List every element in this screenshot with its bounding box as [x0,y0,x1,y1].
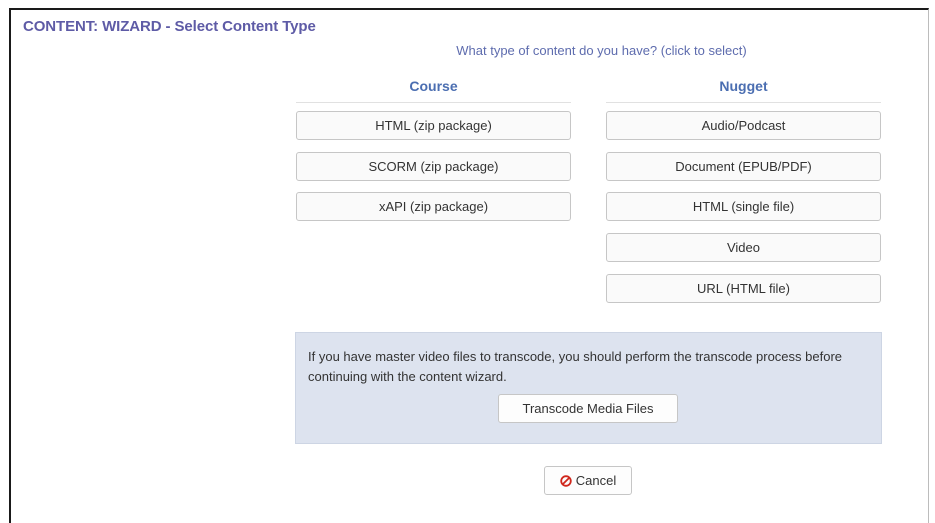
nugget-video-button[interactable]: Video [606,233,881,262]
transcode-message: If you have master video files to transc… [308,349,843,384]
transcode-info-panel: If you have master video files to transc… [295,332,882,444]
instruction-text: What type of content do you have? (click… [456,43,747,58]
course-html-zip-button[interactable]: HTML (zip package) [296,111,571,140]
cancel-button[interactable]: Cancel [544,466,632,495]
nugget-url-button[interactable]: URL (HTML file) [606,274,881,303]
course-scorm-zip-button[interactable]: SCORM (zip package) [296,152,571,181]
wizard-window: CONTENT: WIZARD - Select Content Type Wh… [9,8,929,523]
page-title: CONTENT: WIZARD - Select Content Type [23,18,316,35]
cancel-label: Cancel [575,473,617,488]
nugget-audio-podcast-button[interactable]: Audio/Podcast [606,111,881,140]
transcode-media-files-button[interactable]: Transcode Media Files [498,394,678,423]
nugget-html-single-file-button[interactable]: HTML (single file) [606,192,881,221]
course-xapi-zip-button[interactable]: xAPI (zip package) [296,192,571,221]
cancel-circle-icon [560,474,572,487]
course-column-header: Course [296,78,571,103]
nugget-column-header: Nugget [606,78,881,103]
nugget-document-button[interactable]: Document (EPUB/PDF) [606,152,881,181]
